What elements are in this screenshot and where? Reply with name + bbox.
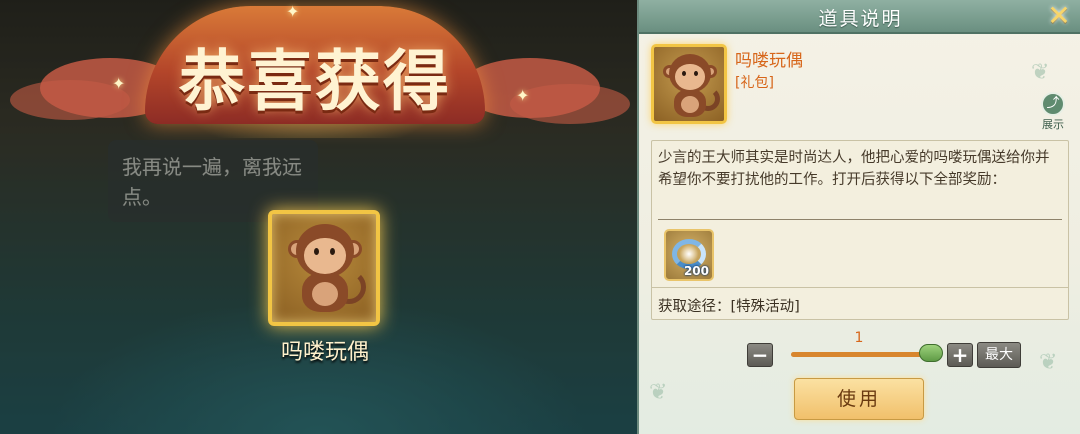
reward-item-slot[interactable]	[268, 210, 380, 326]
item-name: 吗喽玩偶	[735, 51, 803, 71]
leaf-decoration-icon: ❦	[1039, 350, 1058, 375]
close-icon: ✕	[1047, 0, 1071, 32]
reward-preview-item[interactable]: 200	[664, 229, 714, 281]
monkey-doll-icon	[280, 220, 370, 316]
increase-button[interactable]: +	[947, 343, 973, 367]
source-text: 获取途径：[特殊活动]	[658, 299, 800, 315]
leaf-decoration-icon: ❦	[649, 380, 668, 405]
decrease-button[interactable]: −	[747, 343, 773, 367]
npc-dialog-text: 我再说一遍，离我远点。	[122, 155, 302, 209]
max-button[interactable]: 最大	[977, 342, 1021, 368]
reward-quantity: 200	[683, 264, 709, 278]
monkey-doll-icon	[658, 51, 722, 119]
close-button[interactable]: ✕	[1044, 2, 1074, 32]
show-button-label: 展示	[1042, 118, 1064, 131]
use-button[interactable]: 使用	[794, 378, 924, 420]
item-description: 少言的王大师其实是时尚达人，他把心爱的吗喽玩偶送给你并希望你不要打扰他的工作。打…	[658, 150, 1050, 188]
banner-title: 恭喜获得	[179, 42, 451, 120]
sparkle-icon: ✦	[112, 74, 126, 93]
divider	[658, 219, 1062, 220]
item-type: [礼包]	[735, 75, 774, 91]
show-button[interactable]: ⤴ 展示	[1035, 92, 1071, 131]
panel-title: 道具说明	[818, 8, 903, 30]
panel-header: 道具说明 ✕	[639, 0, 1080, 34]
quantity-value: 1	[854, 330, 864, 346]
item-icon	[651, 44, 727, 124]
slider-fill	[791, 352, 931, 357]
share-icon: ⤴	[1041, 92, 1065, 116]
divider	[652, 287, 1068, 288]
reward-scene: 恭喜获得 ✦ ✦ ✦ 我再说一遍，离我远点。 吗喽玩偶	[0, 0, 637, 434]
slider-handle[interactable]	[919, 344, 943, 362]
reward-item-name: 吗喽玩偶	[280, 340, 369, 365]
quantity-slider[interactable]	[791, 352, 931, 357]
sparkle-icon: ✦	[516, 86, 530, 105]
item-info-panel: ❦ ❦ ❦ 道具说明 ✕ 吗喽玩偶 [礼包] ⤴ 展示 少言的王大师其实是时尚达…	[637, 0, 1080, 434]
leaf-decoration-icon: ❦	[1031, 60, 1050, 85]
description-box: 少言的王大师其实是时尚达人，他把心爱的吗喽玩偶送给你并希望你不要打扰他的工作。打…	[651, 140, 1069, 320]
sparkle-icon: ✦	[286, 2, 300, 21]
